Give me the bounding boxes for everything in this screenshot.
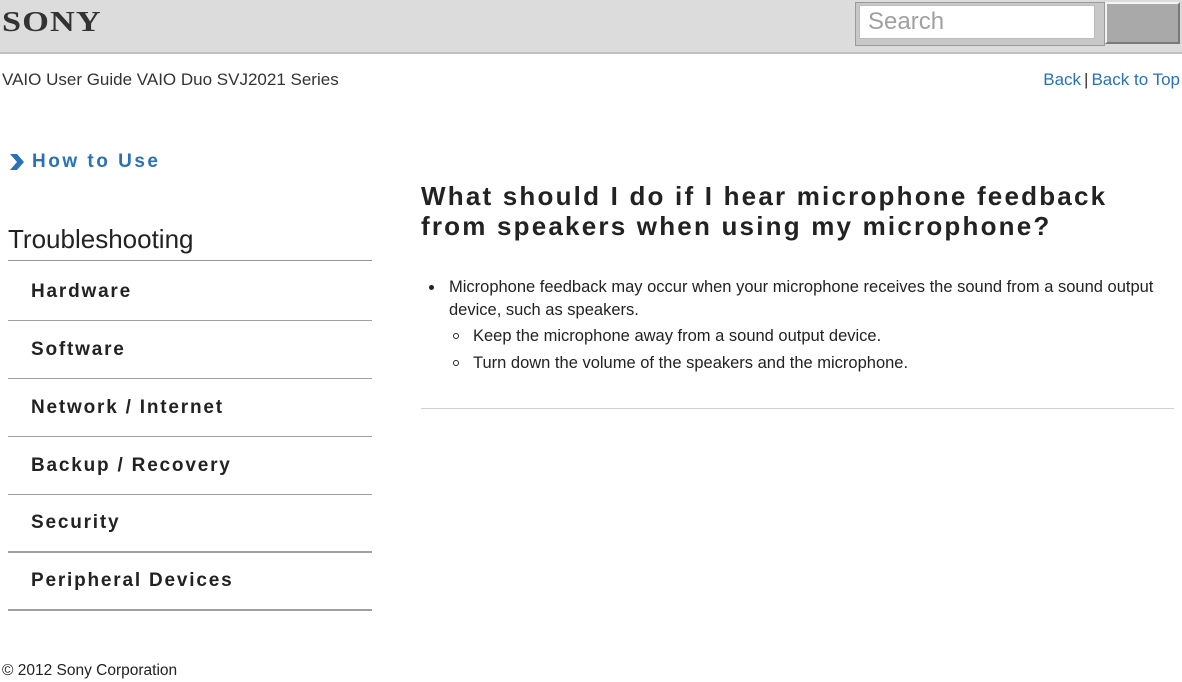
- sub-list-item-text: Turn down the volume of the speakers and…: [473, 354, 909, 372]
- sidebar-nav: Hardware Software Network / Internet Bac…: [8, 263, 372, 611]
- article-content: Microphone feedback may occur when your …: [421, 276, 1174, 379]
- list-item: Microphone feedback may occur when your …: [429, 276, 1174, 375]
- sony-logo: SONY: [2, 6, 102, 38]
- how-to-use-link[interactable]: How to Use: [8, 151, 160, 173]
- search-button[interactable]: [1105, 2, 1180, 44]
- sidebar-item-backup-recovery[interactable]: Backup / Recovery: [8, 437, 372, 495]
- top-links: Back | Back to Top: [1043, 70, 1180, 90]
- guide-title: VAIO User Guide VAIO Duo SVJ2021 Series: [2, 70, 339, 89]
- search-box: [855, 2, 1105, 46]
- bullet-list: Microphone feedback may occur when your …: [421, 276, 1174, 375]
- sub-list-item-text: Keep the microphone away from a sound ou…: [473, 327, 882, 345]
- copyright: © 2012 Sony Corporation: [2, 662, 178, 679]
- sub-list-item: Keep the microphone away from a sound ou…: [453, 325, 1174, 348]
- how-to-use-label[interactable]: How to Use: [32, 151, 160, 173]
- chevron-right-icon: [10, 154, 24, 170]
- list-item-text: Microphone feedback may occur when your …: [449, 278, 1154, 319]
- sidebar-item-hardware[interactable]: Hardware: [8, 263, 372, 321]
- back-to-top-link[interactable]: Back to Top: [1091, 70, 1180, 89]
- bullet-icon: [429, 285, 434, 290]
- sub-bullet-list: Keep the microphone away from a sound ou…: [449, 325, 1174, 375]
- search-input[interactable]: [859, 5, 1095, 39]
- sidebar-section-title: Troubleshooting: [8, 224, 372, 261]
- sidebar-item-security[interactable]: Security: [8, 495, 372, 553]
- sub-list-item: Turn down the volume of the speakers and…: [453, 352, 1174, 375]
- page-title: What should I do if I hear microphone fe…: [421, 181, 1108, 241]
- hollow-bullet-icon: [453, 333, 459, 339]
- sidebar-item-software[interactable]: Software: [8, 321, 372, 379]
- hollow-bullet-icon: [453, 360, 459, 366]
- sidebar-item-network-internet[interactable]: Network / Internet: [8, 379, 372, 437]
- link-separator: |: [1084, 70, 1089, 89]
- sidebar-item-peripheral-devices[interactable]: Peripheral Devices: [8, 553, 372, 611]
- back-link[interactable]: Back: [1043, 70, 1081, 89]
- content-divider: [421, 408, 1174, 409]
